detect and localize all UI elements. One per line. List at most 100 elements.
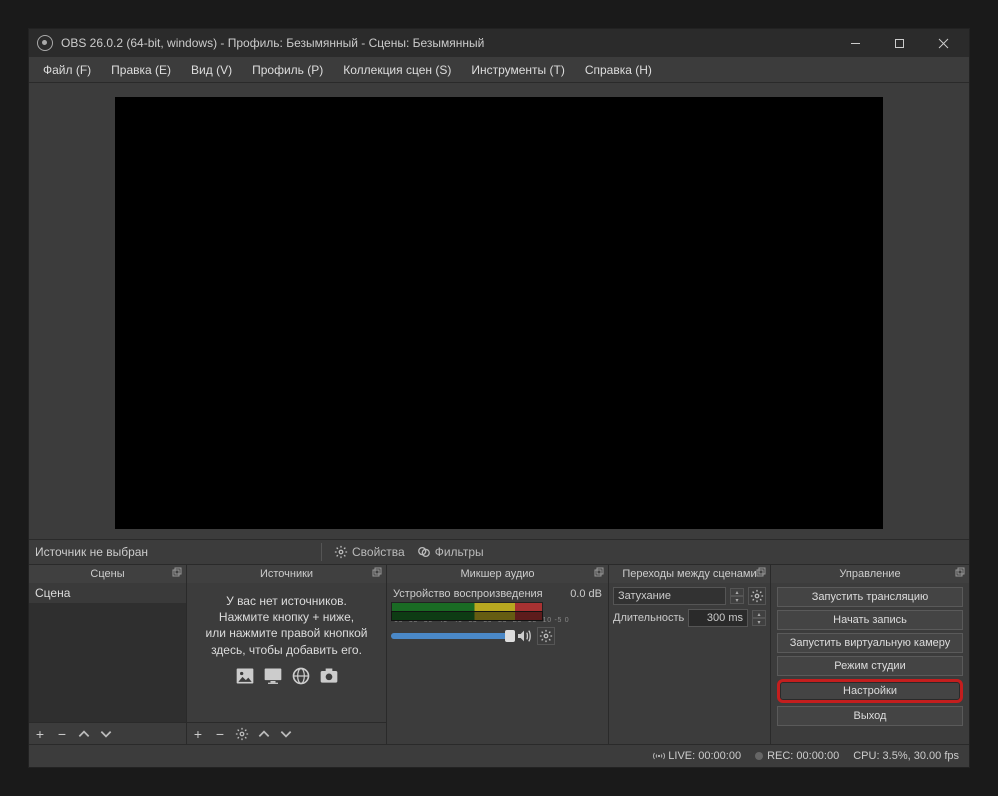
docks: Сцены Сцена + − Источники [29, 565, 969, 745]
transition-settings-button[interactable] [748, 587, 766, 605]
channel-settings-button[interactable] [537, 627, 555, 645]
empty-text: Нажмите кнопку + ниже, [219, 609, 354, 625]
preview-canvas[interactable] [115, 97, 883, 529]
scenes-title: Сцены [90, 568, 124, 580]
filters-button[interactable]: Фильтры [411, 543, 490, 561]
add-source-button[interactable]: + [187, 724, 209, 744]
sources-empty[interactable]: У вас нет источников. Нажмите кнопку + н… [187, 583, 386, 722]
menu-file[interactable]: Файл (F) [33, 59, 101, 81]
channel-db: 0.0 dB [570, 588, 602, 600]
scenes-header: Сцены [29, 565, 186, 583]
volume-slider[interactable] [391, 633, 511, 639]
menu-tools[interactable]: Инструменты (T) [461, 59, 574, 81]
controls-header: Управление [771, 565, 969, 583]
live-indicator: LIVE: 00:00:00 [653, 750, 741, 762]
scene-up-button[interactable] [73, 724, 95, 744]
popout-icon[interactable] [171, 567, 182, 581]
properties-button[interactable]: Свойства [328, 543, 411, 561]
mixer-body: Устройство воспроизведения 0.0 dB -60 -5… [387, 583, 608, 744]
filters-icon [417, 545, 431, 559]
source-down-button[interactable] [275, 724, 297, 744]
sources-title: Источники [260, 568, 313, 580]
remove-source-button[interactable]: − [209, 724, 231, 744]
transition-type-select[interactable]: Затухание [613, 587, 726, 605]
rec-time: REC: 00:00:00 [767, 750, 839, 762]
source-toolbar: Источник не выбран Свойства Фильтры [29, 539, 969, 565]
mixer-title: Микшер аудио [460, 568, 534, 580]
popout-icon[interactable] [954, 567, 965, 581]
properties-label: Свойства [352, 545, 405, 559]
popout-icon[interactable] [371, 567, 382, 581]
duration-label: Длительность [613, 612, 684, 624]
scene-item[interactable]: Сцена [29, 583, 186, 603]
menu-view[interactable]: Вид (V) [181, 59, 242, 81]
transitions-dock: Переходы между сценами Затухание ▴▾ Длит… [609, 565, 771, 744]
filters-label: Фильтры [435, 545, 484, 559]
duration-spinner[interactable]: ▴▾ [752, 610, 766, 626]
source-up-button[interactable] [253, 724, 275, 744]
scenes-dock: Сцены Сцена + − [29, 565, 187, 744]
scenes-list[interactable]: Сцена [29, 583, 186, 722]
statusbar: LIVE: 00:00:00 REC: 00:00:00 CPU: 3.5%, … [29, 745, 969, 767]
duration-value: 300 ms [707, 612, 743, 624]
menu-edit[interactable]: Правка (E) [101, 59, 181, 81]
source-status: Источник не выбран [35, 545, 315, 559]
menu-help[interactable]: Справка (H) [575, 59, 662, 81]
source-type-icons [234, 666, 340, 686]
rec-dot-icon [755, 752, 763, 760]
menu-scene-collection[interactable]: Коллекция сцен (S) [333, 59, 461, 81]
minimize-button[interactable] [833, 29, 877, 57]
transitions-header: Переходы между сценами [609, 565, 770, 583]
speaker-icon[interactable] [515, 628, 533, 644]
audio-meter [391, 602, 604, 616]
mixer-channel: Устройство воспроизведения 0.0 dB -60 -5… [391, 587, 604, 645]
exit-button[interactable]: Выход [777, 706, 963, 726]
popout-icon[interactable] [755, 567, 766, 581]
camera-icon [318, 666, 340, 686]
source-settings-button[interactable] [231, 724, 253, 744]
controls-body: Запустить трансляцию Начать запись Запус… [771, 583, 969, 744]
sources-footer: + − [187, 722, 386, 744]
settings-button[interactable]: Настройки [777, 679, 963, 703]
mixer-dock: Микшер аудио Устройство воспроизведения … [387, 565, 609, 744]
sources-body: У вас нет источников. Нажмите кнопку + н… [187, 583, 386, 744]
scenes-body: Сцена + − [29, 583, 186, 744]
app-window: OBS 26.0.2 (64-bit, windows) - Профиль: … [28, 28, 970, 768]
sources-header: Источники [187, 565, 386, 583]
rec-indicator: REC: 00:00:00 [755, 750, 839, 762]
start-streaming-button[interactable]: Запустить трансляцию [777, 587, 963, 607]
remove-scene-button[interactable]: − [51, 724, 73, 744]
empty-text: или нажмите правой кнопкой [206, 625, 368, 641]
titlebar: OBS 26.0.2 (64-bit, windows) - Профиль: … [29, 29, 969, 57]
channel-name: Устройство воспроизведения [393, 588, 543, 600]
obs-logo-icon [37, 35, 53, 51]
close-button[interactable] [921, 29, 965, 57]
display-icon [262, 666, 284, 686]
menu-profile[interactable]: Профиль (P) [242, 59, 333, 81]
broadcast-icon [653, 751, 665, 761]
transition-type-value: Затухание [618, 590, 671, 602]
sources-dock: Источники У вас нет источников. Нажмите … [187, 565, 387, 744]
maximize-button[interactable] [877, 29, 921, 57]
preview-area [29, 83, 969, 539]
popout-icon[interactable] [593, 567, 604, 581]
studio-mode-button[interactable]: Режим студии [777, 656, 963, 676]
start-recording-button[interactable]: Начать запись [777, 610, 963, 630]
controls-dock: Управление Запустить трансляцию Начать з… [771, 565, 969, 744]
scenes-footer: + − [29, 722, 186, 744]
window-title: OBS 26.0.2 (64-bit, windows) - Профиль: … [61, 36, 833, 50]
image-icon [234, 666, 256, 686]
empty-text: У вас нет источников. [226, 593, 347, 609]
add-scene-button[interactable]: + [29, 724, 51, 744]
window-controls [833, 29, 965, 57]
divider [321, 543, 322, 561]
mixer-header: Микшер аудио [387, 565, 608, 583]
scene-down-button[interactable] [95, 724, 117, 744]
globe-icon [290, 666, 312, 686]
menubar: Файл (F) Правка (E) Вид (V) Профиль (P) … [29, 57, 969, 83]
controls-title: Управление [839, 568, 900, 580]
duration-input[interactable]: 300 ms [688, 609, 748, 627]
start-virtual-camera-button[interactable]: Запустить виртуальную камеру [777, 633, 963, 653]
transition-spinner[interactable]: ▴▾ [730, 588, 744, 604]
empty-text: здесь, чтобы добавить его. [211, 642, 362, 658]
